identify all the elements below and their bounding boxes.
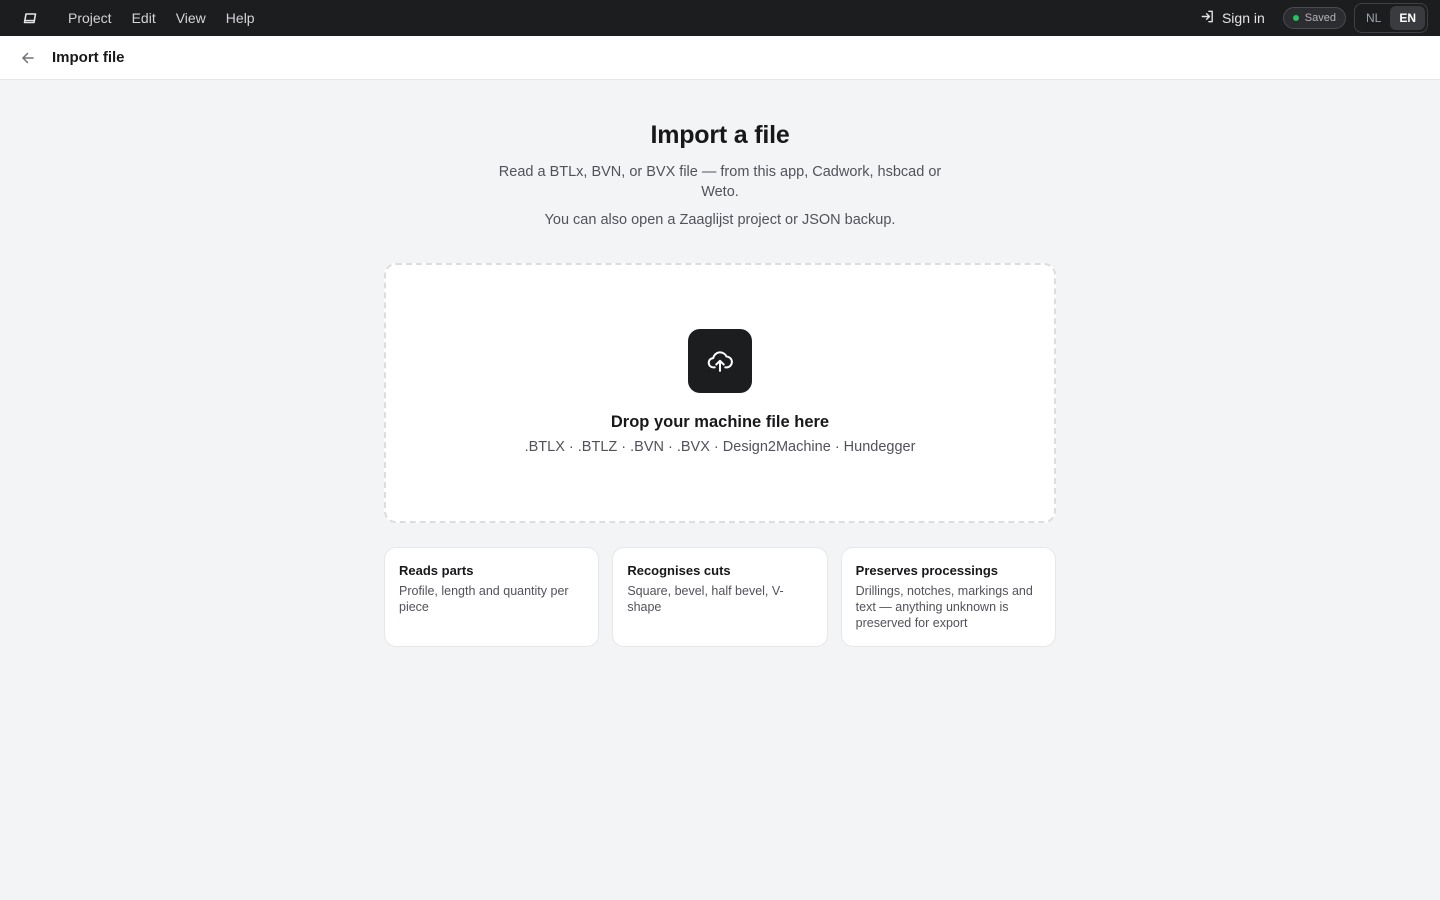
feature-text: Square, bevel, half bevel, V-shape	[627, 584, 784, 614]
saved-status-badge: Saved	[1282, 7, 1346, 29]
language-en-button[interactable]: EN	[1390, 6, 1425, 30]
import-description-secondary: You can also open a Zaaglijst project or…	[544, 212, 896, 228]
menu-help[interactable]: Help	[216, 0, 265, 36]
feature-card-preserves-processings: Preserves processings Drillings, notches…	[840, 547, 1056, 647]
import-main: Import a file Read a BTLx, BVN, or BVX f…	[0, 80, 1440, 647]
feature-title: Reads parts	[399, 563, 474, 578]
feature-text: Profile, length and quantity per piece	[399, 584, 569, 614]
language-toggle: NL EN	[1353, 3, 1428, 33]
menubar: Project Edit View Help Sign in Saved NL …	[0, 0, 1440, 36]
saved-status-label: Saved	[1304, 12, 1336, 24]
feature-title: Preserves processings	[855, 563, 999, 578]
menu-project[interactable]: Project	[58, 0, 122, 36]
menubar-right: Sign in Saved NL EN	[1200, 0, 1428, 36]
sign-in-button[interactable]: Sign in	[1200, 9, 1265, 27]
feature-card-recognises-cuts: Recognises cuts Square, bevel, half beve…	[612, 547, 828, 647]
upload-button[interactable]	[688, 329, 752, 393]
sign-in-label: Sign in	[1221, 10, 1265, 26]
dropzone-formats: .BTLX · .BTLZ · .BVN · .BVX · Design2Mac…	[524, 439, 916, 455]
back-button[interactable]	[18, 48, 38, 68]
language-nl-button[interactable]: NL	[1357, 6, 1390, 30]
menu-edit[interactable]: Edit	[122, 0, 166, 36]
page-header: Import file	[0, 36, 1440, 80]
import-description: Read a BTLx, BVN, or BVX file — from thi…	[498, 164, 942, 200]
page-title: Import a file	[650, 121, 790, 149]
feature-title: Recognises cuts	[627, 563, 731, 578]
arrow-left-icon	[22, 52, 34, 63]
page-header-title: Import file	[52, 49, 125, 66]
menu-view[interactable]: View	[166, 0, 216, 36]
file-dropzone[interactable]: Drop your machine file here .BTLX · .BTL…	[384, 263, 1056, 523]
feature-card-reads-parts: Reads parts Profile, length and quantity…	[384, 547, 600, 647]
saved-status-dot	[1292, 15, 1299, 21]
sign-in-icon	[1200, 9, 1215, 27]
cloud-upload-icon	[707, 351, 733, 372]
feature-text: Drillings, notches, markings and text — …	[855, 584, 1033, 630]
app-logo-icon[interactable]	[20, 8, 40, 28]
dropzone-title: Drop your machine file here	[610, 413, 830, 431]
feature-cards: Reads parts Profile, length and quantity…	[384, 547, 1056, 647]
